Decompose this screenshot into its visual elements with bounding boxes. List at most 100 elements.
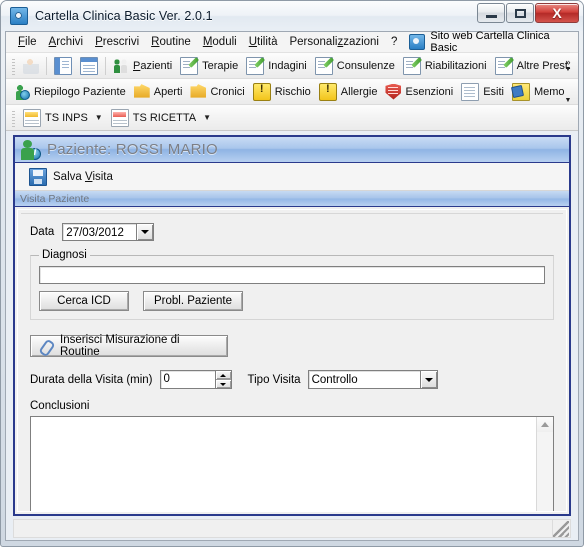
document-icon — [461, 82, 480, 101]
chevron-down-icon — [220, 382, 227, 386]
warning-icon — [252, 82, 271, 101]
menu-item-archivi[interactable]: Archivi — [43, 34, 90, 50]
menu-item-personalizzazioni[interactable]: Personalizzazioni — [283, 34, 385, 50]
save-icon — [29, 167, 47, 186]
memo-icon — [511, 82, 530, 101]
toolbar-button-esiti[interactable]: Esiti — [457, 81, 508, 103]
note-pencil-icon — [494, 56, 513, 75]
toolbar-button-ts-inps[interactable]: TS INPS ▼ — [19, 107, 107, 129]
toolbar-label: Consulenze — [336, 59, 395, 72]
status-bar — [13, 519, 571, 538]
menu-item-routine[interactable]: Routine — [145, 34, 197, 50]
scroll-up-button[interactable] — [537, 417, 553, 432]
mdi-child-window: i Paziente: ROSSI MARIO Salva Visita Vis… — [13, 135, 571, 516]
durata-stepper-buttons — [214, 371, 231, 388]
conclusioni-block: Conclusioni — [30, 400, 554, 511]
toolbar-button-ts-ricetta[interactable]: TS RICETTA ▼ — [107, 107, 215, 129]
toolbar-primary: Pazienti Terapie Indagini Consulenze Ria… — [6, 53, 578, 79]
resize-grip[interactable] — [553, 520, 569, 537]
toolbar-button-consulenze[interactable]: Consulenze — [311, 55, 399, 77]
folder-icon — [190, 84, 207, 98]
scroll-track[interactable] — [537, 432, 553, 511]
conclusioni-textarea[interactable] — [30, 416, 554, 511]
toolbar-label: Cronici — [210, 85, 245, 98]
toolbar-grip[interactable] — [10, 108, 17, 127]
tipo-visita-select[interactable]: Controllo — [307, 370, 438, 389]
window-title: Cartella Clinica Basic Ver. 2.0.1 — [35, 9, 213, 23]
maximize-button[interactable] — [506, 3, 534, 23]
title-bar[interactable]: Cartella Clinica Basic Ver. 2.0.1 X — [1, 1, 583, 31]
data-datepicker[interactable]: 27/03/2012 — [62, 223, 155, 241]
toolbar-button-pazienti[interactable]: Pazienti — [109, 55, 176, 77]
tipo-visita-dropdown-button[interactable] — [419, 371, 437, 388]
menu-item-prescrivi[interactable]: Prescrivi — [89, 34, 145, 50]
note-pencil-icon — [314, 56, 333, 75]
toolbar-button-panel-top[interactable] — [76, 55, 102, 77]
menu-item-moduli[interactable]: Moduli — [197, 34, 243, 50]
inserisci-misurazione-button[interactable]: Inserisci Misurazione di Routine — [30, 334, 228, 358]
toolbar-grip[interactable] — [10, 56, 17, 75]
form-page: Data 27/03/2012 Diagnosi Cerca ICD Probl… — [17, 209, 567, 512]
toolbar-button-cronici[interactable]: Cronici — [186, 81, 248, 103]
diagnosi-input[interactable] — [39, 266, 545, 284]
toolbar-button-rischio[interactable]: Rischio — [249, 81, 315, 103]
durata-decrement-button[interactable] — [215, 379, 231, 388]
people-icon — [113, 57, 129, 74]
minimize-icon — [485, 14, 497, 18]
chevron-up-icon — [220, 373, 227, 377]
toolbar-label: TS INPS — [45, 111, 88, 124]
minimize-button[interactable] — [477, 3, 505, 23]
menu-item-website[interactable]: Sito web Cartella Clinica Basic — [405, 28, 578, 56]
conclusioni-scrollbar[interactable] — [536, 417, 553, 511]
folder-icon — [133, 84, 150, 98]
diagnosi-input-field[interactable] — [40, 267, 544, 283]
chevron-up-icon — [541, 422, 549, 427]
chevron-down-icon[interactable]: ▼ — [95, 113, 103, 122]
chevron-down-icon — [141, 230, 150, 234]
card-yellow-icon — [23, 108, 41, 127]
conclusioni-textarea-field[interactable] — [31, 417, 536, 511]
menu-item-file[interactable]: File — [12, 34, 43, 50]
tab-strip: Visita Paziente — [15, 191, 569, 207]
panel-left-icon — [54, 56, 72, 75]
chevron-double-right-icon: » — [565, 57, 571, 67]
toolbar-button-riepilogo-paziente[interactable]: Riepilogo Paziente — [6, 81, 130, 103]
toolbar-button-allergie[interactable]: Allergie — [315, 81, 382, 103]
diagnosi-group: Diagnosi Cerca ICD Probl. Paziente — [30, 249, 554, 320]
durata-stepper[interactable]: 0 — [159, 370, 232, 389]
toolbar-overflow-button[interactable]: » ▼ — [560, 53, 576, 79]
chevron-down-icon[interactable]: ▼ — [203, 113, 211, 122]
menu-item-help[interactable]: ? — [385, 34, 403, 50]
durata-increment-button[interactable] — [215, 371, 231, 379]
tipo-visita-label: Tipo Visita — [247, 373, 301, 386]
toolbar-button-indagini[interactable]: Indagini — [242, 55, 311, 77]
durata-tipo-row: Durata della Visita (min) 0 Tipo Visita — [30, 370, 563, 389]
patient-info-icon: i — [21, 139, 41, 160]
note-pencil-icon — [180, 56, 199, 75]
website-label: Sito web Cartella Clinica Basic — [430, 30, 550, 54]
toolbar-button-aperti[interactable]: Aperti — [130, 81, 187, 103]
toolbar-button-riabilitazioni[interactable]: Riabilitazioni — [399, 55, 491, 77]
menu-item-utilita[interactable]: Utilità — [243, 34, 284, 50]
toolbar-button-person-search[interactable] — [19, 55, 43, 77]
save-visita-button[interactable]: Salva Visita — [23, 165, 119, 189]
data-row: Data 27/03/2012 — [30, 223, 563, 241]
toolbar-label: Indagini — [268, 59, 307, 72]
toolbar-button-terapie[interactable]: Terapie — [176, 55, 242, 77]
form-page-inner: Data 27/03/2012 Diagnosi Cerca ICD Probl… — [21, 213, 563, 511]
durata-label: Durata della Visita (min) — [30, 373, 153, 386]
toolbar-button-esenzioni[interactable]: Esenzioni — [381, 81, 457, 103]
toolbar-separator — [46, 56, 47, 75]
conclusioni-label: Conclusioni — [30, 400, 90, 412]
toolbar-label: TS RICETTA — [132, 111, 197, 124]
close-button[interactable]: X — [535, 3, 579, 23]
patient-title: Paziente: ROSSI MARIO — [47, 141, 218, 158]
probl-paziente-button[interactable]: Probl. Paziente — [143, 291, 243, 311]
card-red-icon — [110, 108, 129, 127]
toolbar-label: Terapie — [202, 59, 239, 72]
calendar-dropdown-button[interactable] — [136, 224, 154, 240]
toolbar-button-panel-left[interactable] — [50, 55, 76, 77]
tab-visita-paziente[interactable]: Visita Paziente — [20, 193, 89, 205]
cerca-icd-button[interactable]: Cerca ICD — [39, 291, 129, 311]
note-pencil-icon — [246, 56, 265, 75]
